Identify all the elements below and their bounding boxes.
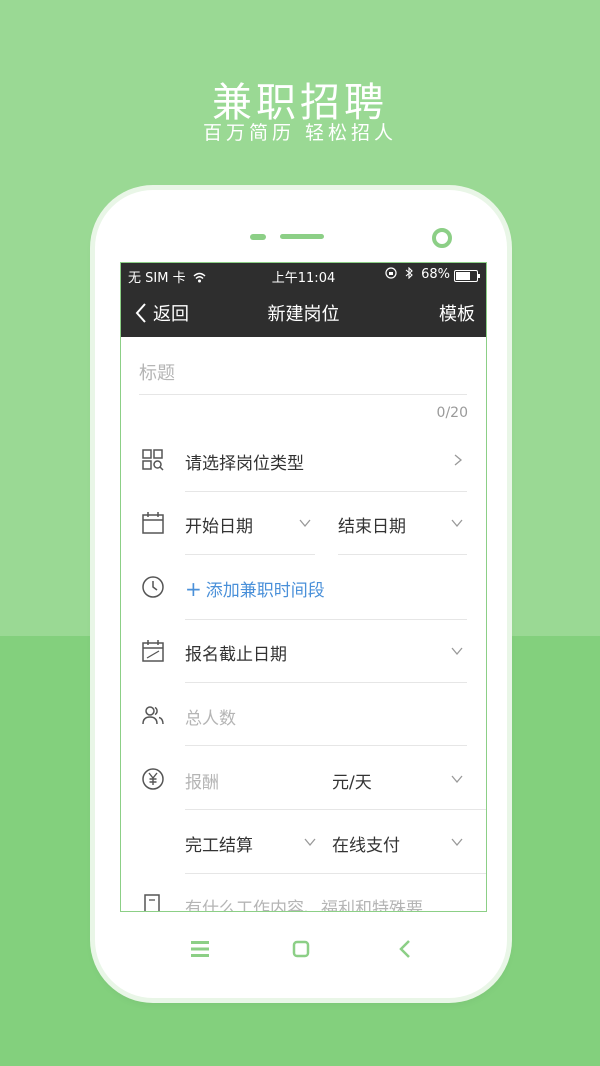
description-input[interactable]: 有什么工作内容、福利和特殊要 — [185, 894, 423, 911]
divider — [185, 491, 467, 492]
status-bar: 无 SIM 卡 上午11:04 68% — [121, 263, 486, 287]
add-time-label: 添加兼职时间段 — [205, 581, 325, 601]
add-time-link[interactable]: + 添加兼职时间段 — [185, 576, 325, 601]
divider — [185, 554, 315, 555]
document-icon — [144, 894, 160, 911]
divider — [139, 394, 467, 395]
divider — [185, 619, 467, 620]
deadline-selector[interactable]: 报名截止日期 — [185, 640, 287, 665]
sensor-dot — [250, 234, 266, 240]
calendar-check-icon — [142, 640, 164, 662]
chevron-down-icon[interactable] — [451, 836, 463, 848]
divider — [185, 873, 486, 874]
end-date-selector[interactable]: 结束日期 — [338, 512, 406, 537]
pay-unit-selector[interactable]: 元/天 — [332, 768, 372, 793]
battery-percent: 68% — [421, 267, 450, 282]
divider — [185, 745, 467, 746]
job-type-selector[interactable]: 请选择岗位类型 — [185, 449, 304, 474]
payment-method-selector[interactable]: 在线支付 — [332, 831, 400, 856]
chevron-down-icon[interactable] — [451, 517, 463, 529]
divider — [185, 682, 467, 683]
plus-icon: + — [185, 577, 202, 601]
app-screen: 无 SIM 卡 上午11:04 68% 返回 新建岗位 模板 标题 0/20 请… — [120, 262, 487, 912]
home-icon[interactable] — [292, 940, 310, 958]
battery-icon — [454, 270, 480, 282]
clock-icon — [142, 576, 164, 598]
chevron-right-icon[interactable] — [452, 454, 464, 466]
title-counter: 0/20 — [436, 405, 468, 421]
hero-subtitle: 百万简历 轻松招人 — [202, 122, 398, 144]
pay-input[interactable]: 报酬 — [185, 768, 219, 793]
menu-icon[interactable] — [190, 940, 210, 958]
back-arrow-icon[interactable] — [398, 939, 412, 959]
headcount-input[interactable]: 总人数 — [185, 704, 236, 729]
speaker-grille — [280, 234, 324, 239]
chevron-down-icon[interactable] — [304, 836, 316, 848]
settlement-selector[interactable]: 完工结算 — [185, 831, 253, 856]
divider — [185, 809, 486, 810]
start-date-selector[interactable]: 开始日期 — [185, 512, 253, 537]
template-button[interactable]: 模板 — [439, 300, 475, 326]
category-grid-icon — [142, 449, 164, 471]
camera-icon — [432, 228, 452, 248]
status-right: 68% — [385, 266, 450, 282]
yuan-icon — [142, 768, 164, 790]
divider — [338, 554, 467, 555]
nav-bar: 返回 新建岗位 模板 — [121, 287, 486, 337]
orientation-lock-icon — [385, 267, 397, 279]
bluetooth-icon — [405, 266, 413, 280]
people-icon — [142, 706, 164, 725]
page-title: 新建岗位 — [267, 304, 340, 325]
title-input[interactable]: 标题 — [139, 359, 464, 385]
chevron-down-icon[interactable] — [299, 517, 311, 529]
chevron-down-icon[interactable] — [451, 645, 463, 657]
chevron-down-icon[interactable] — [451, 773, 463, 785]
calendar-icon — [142, 512, 164, 534]
